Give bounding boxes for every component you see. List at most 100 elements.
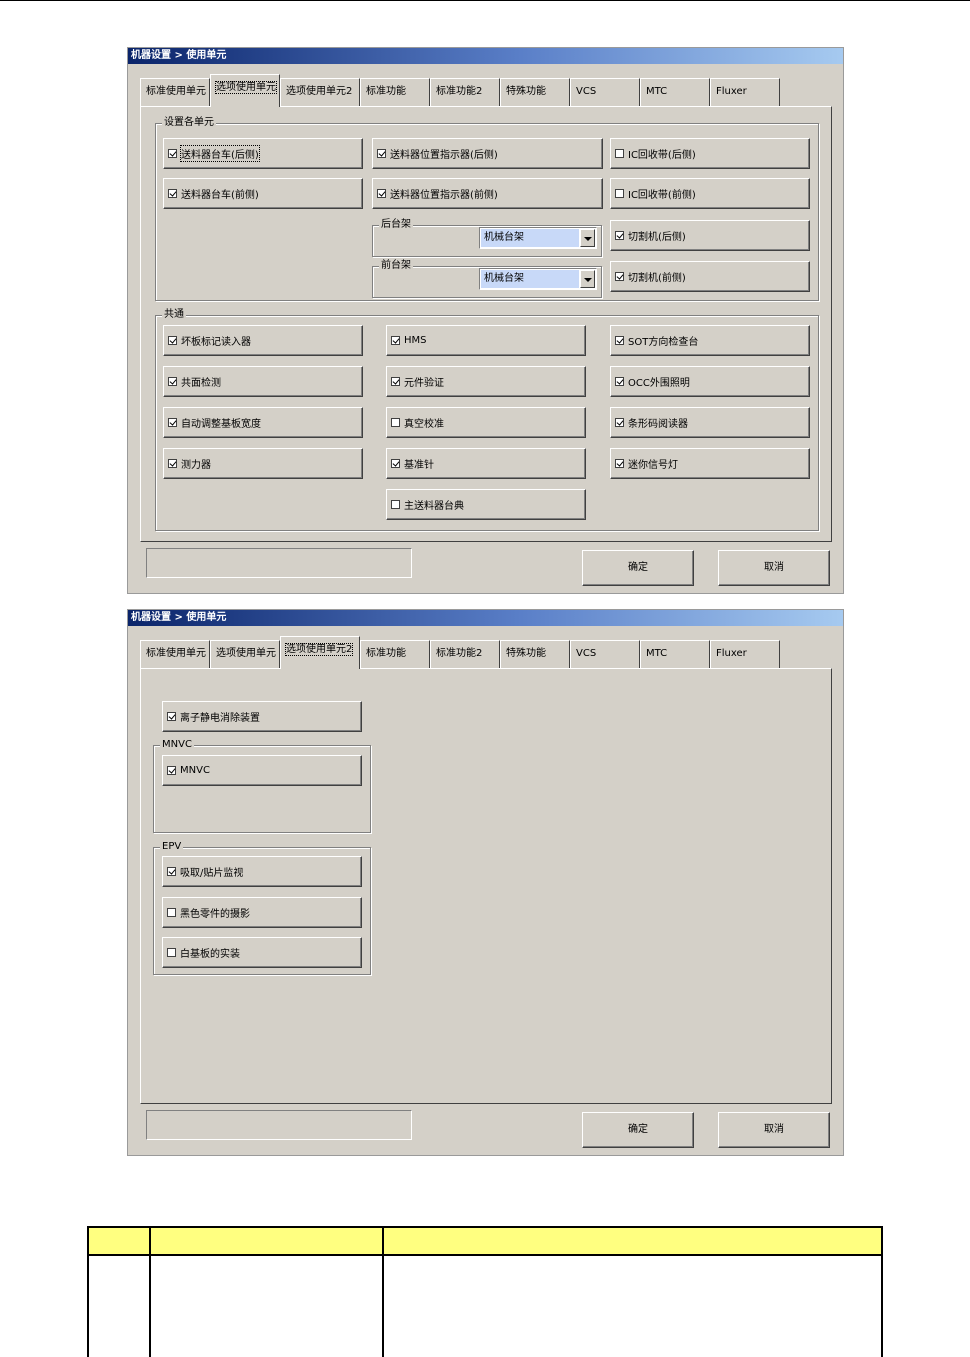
checkbox-box[interactable] — [615, 231, 624, 240]
checkbox-label: 黑色零件的摄影 — [180, 909, 250, 920]
tab-option-units[interactable]: 选项使用单元 — [210, 640, 280, 668]
checkbox-feeder-cart-front[interactable]: 送料器台车(前侧) — [163, 178, 363, 209]
checkbox-feeder-indicator-front[interactable]: 送料器位置指示器(前侧) — [372, 178, 603, 209]
tab-standard-functions-2[interactable]: 标准功能2 — [430, 78, 500, 106]
dialog-options-units-2: 机器设置 > 使用单元 标准使用单元 选项使用单元 选项使用单元2 标准功能 标… — [127, 609, 844, 1156]
checkbox-box[interactable] — [391, 336, 400, 345]
tab-special-functions[interactable]: 特殊功能 — [500, 640, 570, 668]
checkbox-box[interactable] — [391, 459, 400, 468]
tab-fluxer[interactable]: Fluxer — [710, 640, 780, 668]
checkbox-box[interactable] — [391, 500, 400, 509]
checkbox-hms[interactable]: HMS — [386, 325, 586, 356]
checkbox-black-parts-imaging[interactable]: 黑色零件的摄影 — [162, 897, 362, 928]
checkbox-label: HMS — [404, 335, 427, 346]
checkbox-box[interactable] — [167, 712, 176, 721]
table-cell — [382, 1254, 883, 1357]
tab-standard-functions[interactable]: 标准功能 — [360, 640, 430, 668]
tab-mtc[interactable]: MTC — [640, 640, 710, 668]
checkbox-box[interactable] — [168, 336, 177, 345]
checkbox-label: MNVC — [180, 765, 210, 776]
tab-option-units-2[interactable]: 选项使用单元2 — [280, 636, 360, 669]
checkbox-box[interactable] — [167, 766, 176, 775]
checkbox-box[interactable] — [168, 418, 177, 427]
checkbox-box[interactable] — [615, 336, 624, 345]
checkbox-feeder-cart-rear[interactable]: 送料器台车(后侧) — [163, 138, 363, 169]
tab-label: 选项使用单元 — [215, 81, 277, 94]
checkbox-ic-tape-front[interactable]: IC回收带(前侧) — [610, 178, 810, 209]
checkbox-box[interactable] — [168, 459, 177, 468]
tab-mtc[interactable]: MTC — [640, 78, 710, 106]
tab-special-functions[interactable]: 特殊功能 — [500, 78, 570, 106]
tab-label: 标准功能 — [366, 648, 406, 659]
checkbox-barcode-reader[interactable]: 条形码阅读器 — [610, 407, 810, 438]
checkbox-white-board-mounting[interactable]: 白基板的实装 — [162, 937, 362, 968]
checkbox-box[interactable] — [167, 867, 176, 876]
checkbox-label: 切割机(前侧) — [628, 273, 686, 284]
checkbox-box[interactable] — [391, 377, 400, 386]
chevron-down-icon[interactable] — [580, 229, 595, 247]
status-field — [146, 548, 412, 578]
ok-button[interactable]: 确定 — [582, 550, 694, 586]
checkbox-label: 条形码阅读器 — [628, 419, 688, 430]
checkbox-box[interactable] — [168, 189, 177, 198]
rear-frame-select[interactable]: 机械台架 — [479, 227, 597, 249]
checkbox-main-feeder-table[interactable]: 主送料器台典 — [386, 489, 586, 520]
tab-fluxer[interactable]: Fluxer — [710, 78, 780, 106]
tab-label: 标准功能2 — [436, 86, 483, 97]
tab-option-units-2[interactable]: 选项使用单元2 — [280, 78, 360, 106]
group-label: EPV — [160, 841, 184, 853]
checkbox-box[interactable] — [391, 418, 400, 427]
tab-option-units[interactable]: 选项使用单元 — [210, 74, 280, 107]
checkbox-occ-light[interactable]: OCC外围照明 — [610, 366, 810, 397]
checkbox-reference-pin[interactable]: 基准针 — [386, 448, 586, 479]
checkbox-component-verify[interactable]: 元件验证 — [386, 366, 586, 397]
chevron-down-icon[interactable] — [580, 270, 595, 288]
page-top-rule — [0, 0, 970, 1]
tab-standard-functions[interactable]: 标准功能 — [360, 78, 430, 106]
checkbox-label: 吸取/贴片监视 — [180, 868, 244, 879]
checkbox-load-cell[interactable]: 测力器 — [163, 448, 363, 479]
tab-label: 选项使用单元2 — [286, 86, 353, 97]
checkbox-box[interactable] — [167, 908, 176, 917]
checkbox-box[interactable] — [377, 149, 386, 158]
checkbox-sot-direction[interactable]: SOT方向检查台 — [610, 325, 810, 356]
tab-standard-units[interactable]: 标准使用单元 — [140, 640, 210, 668]
ok-button[interactable]: 确定 — [582, 1112, 694, 1148]
tab-standard-units[interactable]: 标准使用单元 — [140, 78, 210, 106]
checkbox-box[interactable] — [167, 948, 176, 957]
tab-vcs[interactable]: VCS — [570, 640, 640, 668]
checkbox-coplanarity[interactable]: 共面检测 — [163, 366, 363, 397]
checkbox-label: 自动调整基板宽度 — [181, 419, 261, 430]
checkbox-cutter-rear[interactable]: 切割机(后侧) — [610, 220, 810, 251]
checkbox-box[interactable] — [615, 272, 624, 281]
checkbox-box[interactable] — [168, 149, 177, 158]
checkbox-box[interactable] — [615, 459, 624, 468]
checkbox-box[interactable] — [615, 189, 624, 198]
checkbox-mini-signal-tower[interactable]: 迷你信号灯 — [610, 448, 810, 479]
dialog-title: 机器设置 > 使用单元 — [128, 610, 843, 626]
tab-label: 标准使用单元 — [146, 648, 206, 659]
checkbox-vacuum-calibration[interactable]: 真空校准 — [386, 407, 586, 438]
front-frame-select[interactable]: 机械台架 — [479, 268, 597, 290]
checkbox-box[interactable] — [168, 377, 177, 386]
checkbox-ic-tape-rear[interactable]: IC回收带(后侧) — [610, 138, 810, 169]
checkbox-pick-place-monitor[interactable]: 吸取/贴片监视 — [162, 856, 362, 887]
checkbox-box[interactable] — [615, 418, 624, 427]
checkbox-feeder-indicator-rear[interactable]: 送料器位置指示器(后侧) — [372, 138, 603, 169]
checkbox-box[interactable] — [377, 189, 386, 198]
checkbox-cutter-front[interactable]: 切割机(前侧) — [610, 261, 810, 292]
tab-vcs[interactable]: VCS — [570, 78, 640, 106]
checkbox-ionizer[interactable]: 离子静电消除装置 — [162, 701, 362, 732]
tab-label: 标准功能2 — [436, 648, 483, 659]
checkbox-box[interactable] — [615, 377, 624, 386]
checkbox-mnvc[interactable]: MNVC — [162, 755, 362, 786]
group-label: 前台架 — [379, 260, 413, 272]
tab-standard-functions-2[interactable]: 标准功能2 — [430, 640, 500, 668]
group-common: 共通 坏板标记读入器 共面检测 自动调整基板宽度 测力器 HMS 元件验证 真空… — [155, 309, 819, 531]
checkbox-bad-mark-reader[interactable]: 坏板标记读入器 — [163, 325, 363, 356]
checkbox-auto-board-width[interactable]: 自动调整基板宽度 — [163, 407, 363, 438]
cancel-button[interactable]: 取消 — [718, 550, 830, 586]
checkbox-box[interactable] — [615, 149, 624, 158]
checkbox-label: 元件验证 — [404, 378, 444, 389]
cancel-button[interactable]: 取消 — [718, 1112, 830, 1148]
